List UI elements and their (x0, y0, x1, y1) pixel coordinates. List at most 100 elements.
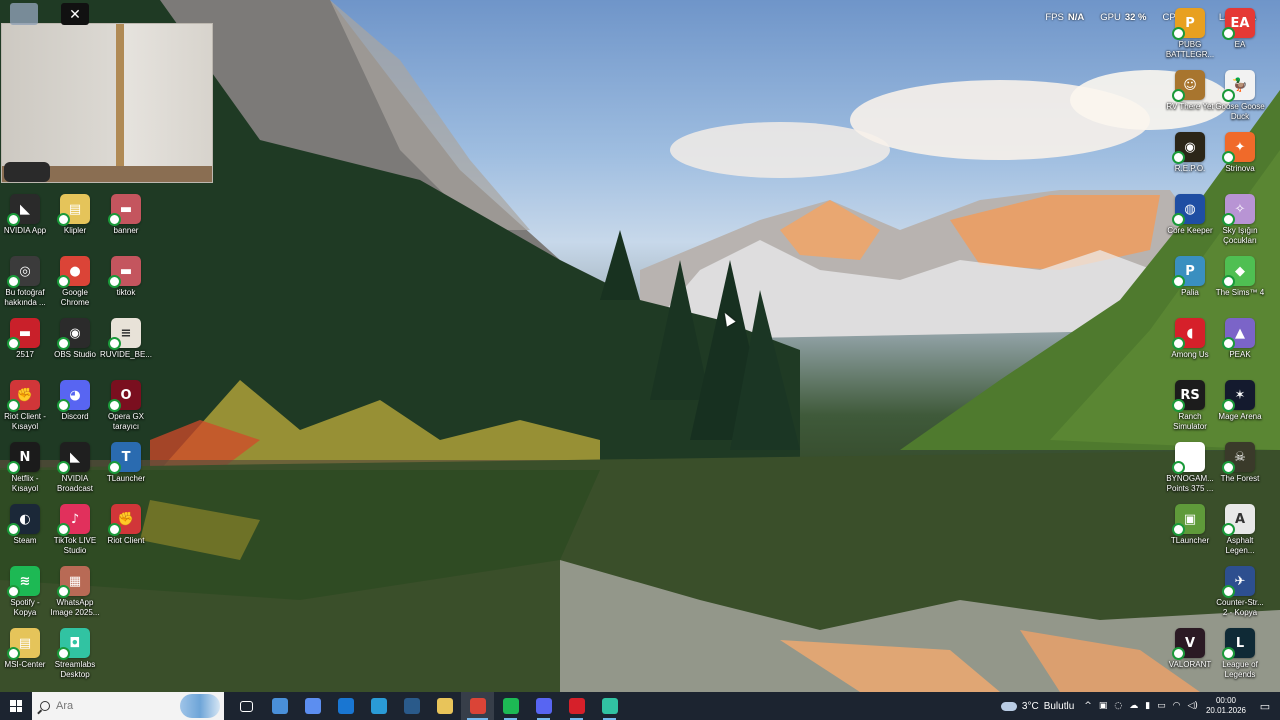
desktop-icon[interactable]: ✈ Counter-Str... 2 - Kopya (1212, 566, 1268, 624)
shortcut-icon: ▬ (7, 318, 40, 350)
league-icon: L (1222, 628, 1255, 660)
taskbar-app[interactable] (263, 692, 296, 720)
desktop-icon[interactable]: RS Ranch Simulator (1162, 380, 1218, 438)
clock[interactable]: 00:00 20.01.2026 (1206, 696, 1246, 716)
desktop-icon[interactable]: P Palia (1162, 256, 1218, 314)
desktop-icon[interactable]: ♪ TikTok LIVE Studio (47, 504, 103, 562)
recycle-bin-icon[interactable] (10, 3, 38, 25)
rv-there-yet-icon: ☺ (1172, 70, 1205, 102)
capcut-icon[interactable]: ✕ (61, 3, 89, 25)
notification-center-icon[interactable]: ▭ (1256, 692, 1274, 720)
desktop-icon[interactable]: ✧ Sky Işığın Çocukları (1212, 194, 1268, 252)
desktop-icon[interactable]: T TLauncher (98, 442, 154, 500)
ea-icon: EA (1222, 8, 1255, 40)
volume-icon[interactable]: ◁) (1188, 701, 1198, 711)
desktop-icon[interactable]: L League of Legends (1212, 628, 1268, 686)
desktop-icon[interactable]: ◣ NVIDIA Broadcast (47, 442, 103, 500)
edge-icon (370, 698, 387, 714)
taskbar-app[interactable] (461, 692, 494, 720)
tray-app-icon[interactable]: ▣ (1099, 701, 1108, 711)
clock-time: 00:00 (1215, 696, 1236, 705)
taskbar-app[interactable] (593, 692, 626, 720)
desktop-icon[interactable]: ▲ PEAK (1212, 318, 1268, 376)
taskbar-app[interactable] (362, 692, 395, 720)
taskbar-app[interactable] (395, 692, 428, 720)
desktop-icon[interactable]: EA EA (1212, 8, 1268, 66)
tlauncher-icon: T (108, 442, 141, 474)
desktop-icon[interactable]: ▬ 2517 (0, 318, 53, 376)
display-icon[interactable]: ▭ (1157, 701, 1166, 711)
desktop-icon[interactable]: ◉ OBS Studio (47, 318, 103, 376)
desktop-icon-label: The Sims™ 4 (1215, 288, 1265, 297)
desktop-icon[interactable]: ▦ WhatsApp Image 2025... (47, 566, 103, 624)
desktop-icon[interactable]: 🦆 Goose Goose Duck (1212, 70, 1268, 128)
taskbar-search[interactable] (32, 692, 224, 720)
desktop-icon[interactable]: O Opera GX tarayıcı (98, 380, 154, 438)
desktop-icon[interactable]: ◣ NVIDIA App (0, 194, 53, 252)
image-file-icon: ▬ (108, 194, 141, 226)
desktop-icon[interactable]: ▬ tiktok (98, 256, 154, 314)
desktop-icon-label: PEAK (1229, 350, 1251, 359)
cloud-sync-icon[interactable]: ☁ (1129, 701, 1138, 711)
desktop-icon[interactable]: ◆ The Sims™ 4 (1212, 256, 1268, 314)
taskbar: 3°C Bulutlu ^ ▣ ◌ ☁ ▮ ▭ ◠ ◁) 00:00 20.01… (0, 692, 1280, 720)
desktop-icon[interactable]: ✊ Riot Client - Kısayol (0, 380, 53, 438)
info-circle-icon: ◎ (7, 256, 40, 288)
desktop-icon[interactable]: A Asphalt Legen... (1212, 504, 1268, 562)
taskbar-app[interactable] (494, 692, 527, 720)
discord-icon (535, 698, 552, 714)
desktop-icon-label: Asphalt Legen... (1225, 536, 1255, 555)
image-file-icon: ▦ (57, 566, 90, 598)
desktop-icon[interactable]: ☠ The Forest (1212, 442, 1268, 500)
blank-file-icon (1172, 442, 1205, 474)
microphone-icon[interactable]: ▮ (1145, 701, 1150, 711)
desktop-icon-label: League of Legends (1222, 660, 1258, 679)
desktop-icon[interactable]: ✊ Riot Client (98, 504, 154, 562)
goose-icon: 🦆 (1222, 70, 1255, 102)
desktop-icon[interactable]: ◖ Among Us (1162, 318, 1218, 376)
webcam-overlay (1, 23, 213, 183)
desktop-icon[interactable]: ◘ Streamlabs Desktop (47, 628, 103, 686)
desktop-icon[interactable]: ● Google Chrome (47, 256, 103, 314)
perf-metric: GPU 32 % (1100, 12, 1146, 23)
weather-widget[interactable]: 3°C Bulutlu (1000, 701, 1074, 712)
desktop-icon-label: Sky Işığın Çocukları (1222, 226, 1258, 245)
desktop-icon-label: Opera GX tarayıcı (107, 412, 144, 431)
calculator-icon (271, 698, 288, 714)
taskbar-app[interactable] (527, 692, 560, 720)
search-highlight-image[interactable] (180, 694, 220, 718)
opera-gx-icon: O (108, 380, 141, 412)
taskbar-app[interactable] (296, 692, 329, 720)
tlauncher-block-icon: ▣ (1172, 504, 1205, 536)
chevron-up-icon[interactable]: ^ (1084, 701, 1092, 711)
among-us-icon: ◖ (1172, 318, 1205, 350)
wifi-icon[interactable]: ◠ (1173, 701, 1181, 711)
desktop-icon[interactable]: ▬ banner (98, 194, 154, 252)
desktop-icon[interactable]: P PUBG BATTLEGR... (1162, 8, 1218, 66)
desktop-icon[interactable]: ✶ Mage Arena (1212, 380, 1268, 438)
copilot-icon (304, 698, 321, 714)
search-input[interactable] (56, 700, 166, 712)
strinova-icon: ✦ (1222, 132, 1255, 164)
taskbar-app[interactable] (329, 692, 362, 720)
desktop-icon-label: Riot Client (107, 536, 145, 545)
desktop-icon[interactable]: ◉ R.E.P.O. (1162, 132, 1218, 190)
network-icon[interactable]: ◌ (1114, 701, 1122, 711)
ranch-simulator-icon: RS (1172, 380, 1205, 412)
taskbar-app[interactable] (428, 692, 461, 720)
taskbar-app[interactable] (560, 692, 593, 720)
start-button[interactable] (0, 692, 32, 720)
desktop-icon[interactable]: ▤ Klipler (47, 194, 103, 252)
outlook-icon (337, 698, 354, 714)
nvidia-icon: ◣ (7, 194, 40, 226)
taskbar-app[interactable] (230, 692, 263, 720)
task-view-icon (240, 700, 253, 712)
folder-icon: ▤ (7, 628, 40, 660)
desktop-icon-label: Counter-Str... 2 - Kopya (1216, 598, 1264, 617)
desktop-icon[interactable]: ✦ Strinova (1212, 132, 1268, 190)
desktop-icon[interactable]: BYNOGAM... Points 375 ... (1162, 442, 1218, 500)
pubg-icon: P (1172, 8, 1205, 40)
palia-icon: P (1172, 256, 1205, 288)
mage-arena-icon: ✶ (1222, 380, 1255, 412)
desktop-icon[interactable]: ≡ RUVIDE_BE... (98, 318, 154, 376)
